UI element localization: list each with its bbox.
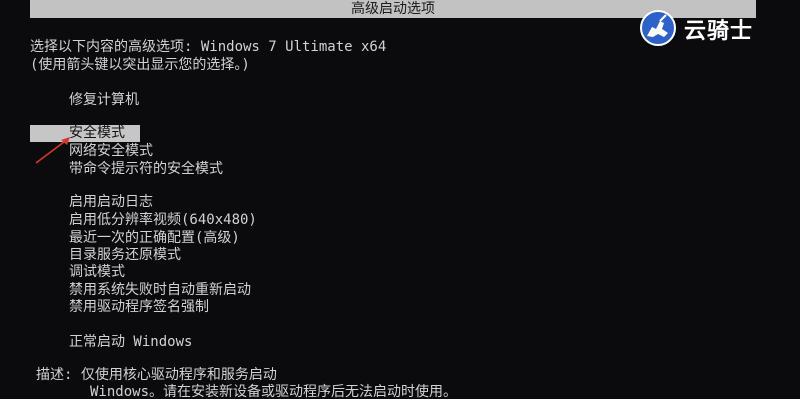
option-safe-mode-networking[interactable]: 网络安全模式 <box>69 142 153 160</box>
description-line-1: 描述: 仅使用核心驱动程序和服务启动 <box>36 367 277 383</box>
intro-line-1: 选择以下内容的高级选项: Windows 7 Ultimate x64 <box>30 39 387 55</box>
option-start-windows-normally[interactable]: 正常启动 Windows <box>69 333 192 351</box>
option-last-known-good[interactable]: 最近一次的正确配置(高级) <box>69 229 240 247</box>
option-safe-mode[interactable]: 安全模式 <box>69 124 125 142</box>
option-safe-mode-command-prompt[interactable]: 带命令提示符的安全模式 <box>69 160 223 178</box>
option-repair-computer[interactable]: 修复计算机 <box>69 91 139 109</box>
description-line-2: Windows。请在安装新设备或驱动程序后无法启动时使用。 <box>90 384 457 399</box>
option-disable-driver-signature[interactable]: 禁用驱动程序签名强制 <box>69 298 209 316</box>
option-low-resolution-video[interactable]: 启用低分辨率视频(640x480) <box>69 211 257 229</box>
intro-line-2: (使用箭头键以突出显示您的选择。) <box>30 57 250 73</box>
red-arrow-icon <box>35 137 70 164</box>
option-disable-auto-restart[interactable]: 禁用系统失败时自动重新启动 <box>69 281 251 299</box>
watermark-text: 云骑士 <box>684 19 754 44</box>
option-directory-services-restore[interactable]: 目录服务还原模式 <box>69 246 181 264</box>
option-boot-logging[interactable]: 启用启动日志 <box>69 193 153 211</box>
option-debugging-mode[interactable]: 调试模式 <box>69 263 125 281</box>
